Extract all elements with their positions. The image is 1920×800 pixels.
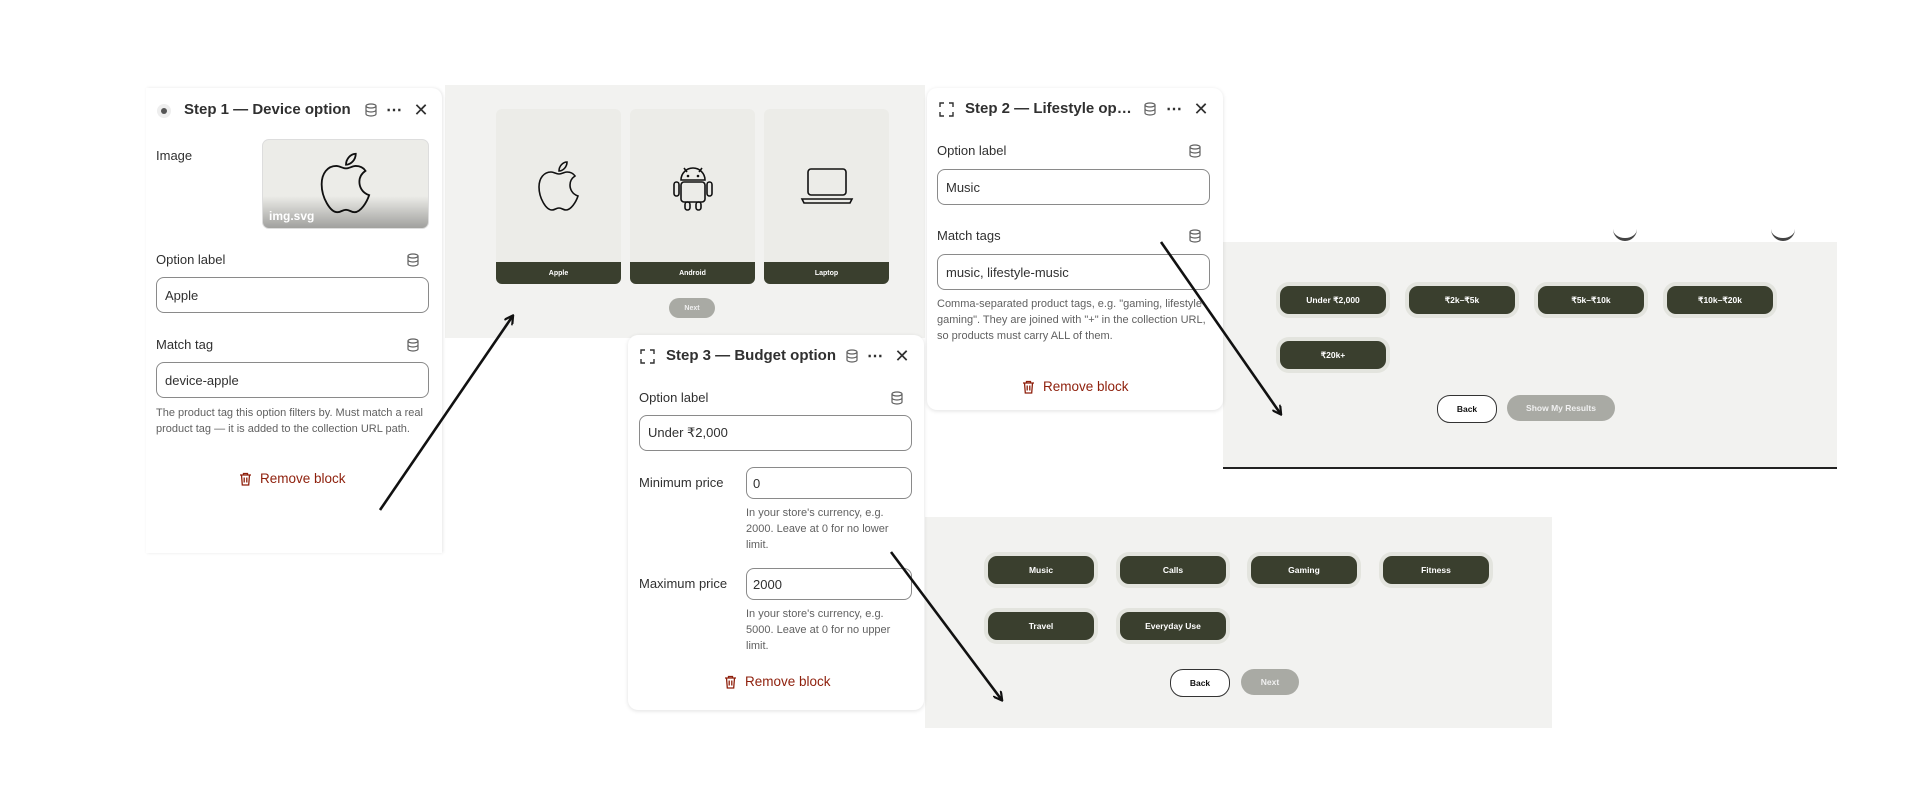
annotation-arrows — [378, 241, 1920, 800]
arrow-step3-to-lifestyle-preview — [889, 551, 1001, 699]
arrow-step2-to-budget-preview — [1159, 241, 1280, 413]
arrow-step1-to-device-preview — [378, 317, 512, 511]
